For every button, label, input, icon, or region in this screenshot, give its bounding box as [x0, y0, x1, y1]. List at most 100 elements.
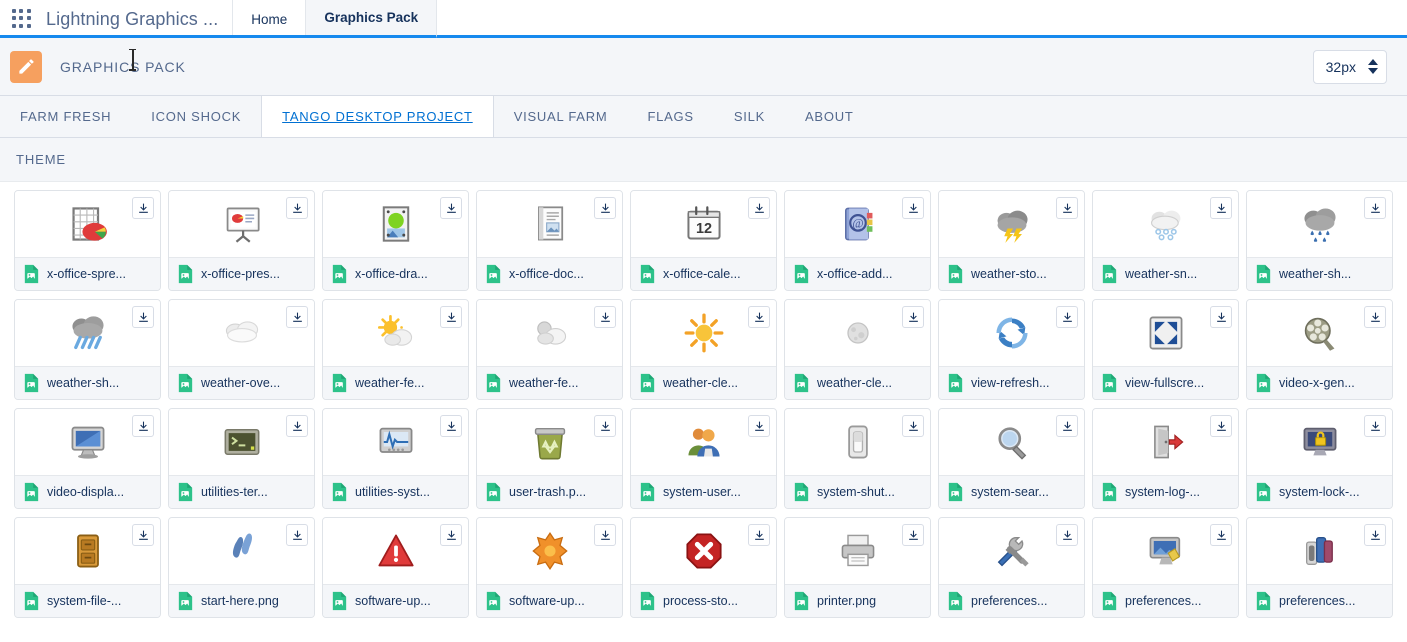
icon-card[interactable]: x-office-spre...: [14, 190, 161, 291]
icon-card[interactable]: system-shut...: [784, 408, 931, 509]
download-icon[interactable]: [1364, 197, 1386, 219]
icon-card[interactable]: start-here.png: [168, 517, 315, 618]
icon-card[interactable]: video-displa...: [14, 408, 161, 509]
icon-card[interactable]: x-office-pres...: [168, 190, 315, 291]
icon-card[interactable]: weather-cle...: [630, 299, 777, 400]
icon-card[interactable]: view-refresh...: [938, 299, 1085, 400]
download-icon[interactable]: [286, 524, 308, 546]
icon-card[interactable]: weather-sto...: [938, 190, 1085, 291]
download-icon[interactable]: [1056, 524, 1078, 546]
download-icon[interactable]: [748, 524, 770, 546]
icon-file-name: system-log-...: [1125, 485, 1200, 499]
icon-file-name: video-displa...: [47, 485, 124, 499]
icon-card[interactable]: video-x-gen...: [1246, 299, 1393, 400]
image-file-icon: [177, 591, 194, 611]
icon-card[interactable]: system-user...: [630, 408, 777, 509]
download-icon[interactable]: [132, 415, 154, 437]
download-icon[interactable]: [902, 524, 924, 546]
arrow-up-icon[interactable]: [1368, 59, 1378, 65]
icon-card[interactable]: preferences...: [1246, 517, 1393, 618]
tab-farm-fresh[interactable]: FARM FRESH: [0, 96, 131, 137]
icon-card[interactable]: weather-ove...: [168, 299, 315, 400]
x-office-document-icon: [530, 204, 570, 244]
nav-tab-home[interactable]: Home: [233, 0, 306, 38]
download-icon[interactable]: [440, 197, 462, 219]
image-file-icon: [947, 264, 964, 284]
icon-card[interactable]: weather-sh...: [1246, 190, 1393, 291]
download-icon[interactable]: [1056, 306, 1078, 328]
tab-about[interactable]: ABOUT: [785, 96, 874, 137]
icon-card[interactable]: preferences...: [938, 517, 1085, 618]
icon-size-stepper[interactable]: 32px: [1313, 50, 1387, 84]
tab-tango-desktop-project[interactable]: TANGO DESKTOP PROJECT: [261, 96, 494, 137]
download-icon[interactable]: [1364, 524, 1386, 546]
tab-silk[interactable]: SILK: [714, 96, 785, 137]
icon-card[interactable]: printer.png: [784, 517, 931, 618]
download-icon[interactable]: [1210, 306, 1232, 328]
download-icon[interactable]: [1056, 197, 1078, 219]
download-icon[interactable]: [132, 524, 154, 546]
icon-card[interactable]: software-up...: [476, 517, 623, 618]
download-icon[interactable]: [132, 306, 154, 328]
preferences-desktop-theme-icon: [1300, 531, 1340, 571]
stepper-arrows[interactable]: [1368, 59, 1378, 74]
icon-file-name: printer.png: [817, 594, 876, 608]
download-icon[interactable]: [440, 415, 462, 437]
app-launcher-icon[interactable]: [12, 9, 32, 29]
download-icon[interactable]: [1364, 306, 1386, 328]
icon-card[interactable]: system-lock-...: [1246, 408, 1393, 509]
icon-card[interactable]: system-file-...: [14, 517, 161, 618]
download-icon[interactable]: [286, 306, 308, 328]
download-icon[interactable]: [1364, 415, 1386, 437]
image-file-icon: [639, 264, 656, 284]
icon-card[interactable]: 12x-office-cale...: [630, 190, 777, 291]
icon-card[interactable]: weather-sn...: [1092, 190, 1239, 291]
download-icon[interactable]: [748, 306, 770, 328]
download-icon[interactable]: [1210, 415, 1232, 437]
icon-preview-area: [631, 518, 776, 584]
download-icon[interactable]: [902, 306, 924, 328]
image-file-icon: [947, 373, 964, 393]
download-icon[interactable]: [440, 524, 462, 546]
icon-card[interactable]: @x-office-add...: [784, 190, 931, 291]
icon-card[interactable]: x-office-doc...: [476, 190, 623, 291]
download-icon[interactable]: [132, 197, 154, 219]
download-icon[interactable]: [902, 415, 924, 437]
download-icon[interactable]: [1210, 524, 1232, 546]
icon-card[interactable]: system-log-...: [1092, 408, 1239, 509]
icon-card[interactable]: utilities-syst...: [322, 408, 469, 509]
icon-card[interactable]: software-up...: [322, 517, 469, 618]
icon-card[interactable]: x-office-dra...: [322, 190, 469, 291]
icon-preview-area: [631, 300, 776, 366]
icon-card[interactable]: process-sto...: [630, 517, 777, 618]
download-icon[interactable]: [594, 415, 616, 437]
download-icon[interactable]: [594, 197, 616, 219]
icon-card[interactable]: weather-fe...: [476, 299, 623, 400]
icon-card[interactable]: user-trash.p...: [476, 408, 623, 509]
download-icon[interactable]: [594, 524, 616, 546]
download-icon[interactable]: [1056, 415, 1078, 437]
icon-card[interactable]: system-sear...: [938, 408, 1085, 509]
download-icon[interactable]: [440, 306, 462, 328]
download-icon[interactable]: [902, 197, 924, 219]
icon-card[interactable]: utilities-ter...: [168, 408, 315, 509]
tab-icon-shock[interactable]: ICON SHOCK: [131, 96, 261, 137]
download-icon[interactable]: [748, 415, 770, 437]
icon-card[interactable]: weather-fe...: [322, 299, 469, 400]
download-icon[interactable]: [1210, 197, 1232, 219]
tab-visual-farm[interactable]: VISUAL FARM: [494, 96, 628, 137]
icon-card[interactable]: weather-sh...: [14, 299, 161, 400]
image-file-icon: [485, 482, 502, 502]
weather-clear-night-icon: [838, 313, 878, 353]
arrow-down-icon[interactable]: [1368, 68, 1378, 74]
download-icon[interactable]: [286, 197, 308, 219]
download-icon[interactable]: [594, 306, 616, 328]
download-icon[interactable]: [286, 415, 308, 437]
svg-text:12: 12: [695, 221, 711, 237]
tab-flags[interactable]: FLAGS: [627, 96, 713, 137]
icon-card[interactable]: preferences...: [1092, 517, 1239, 618]
nav-tab-graphics-pack[interactable]: Graphics Pack: [306, 0, 437, 38]
icon-card[interactable]: view-fullscre...: [1092, 299, 1239, 400]
icon-card[interactable]: weather-cle...: [784, 299, 931, 400]
download-icon[interactable]: [748, 197, 770, 219]
